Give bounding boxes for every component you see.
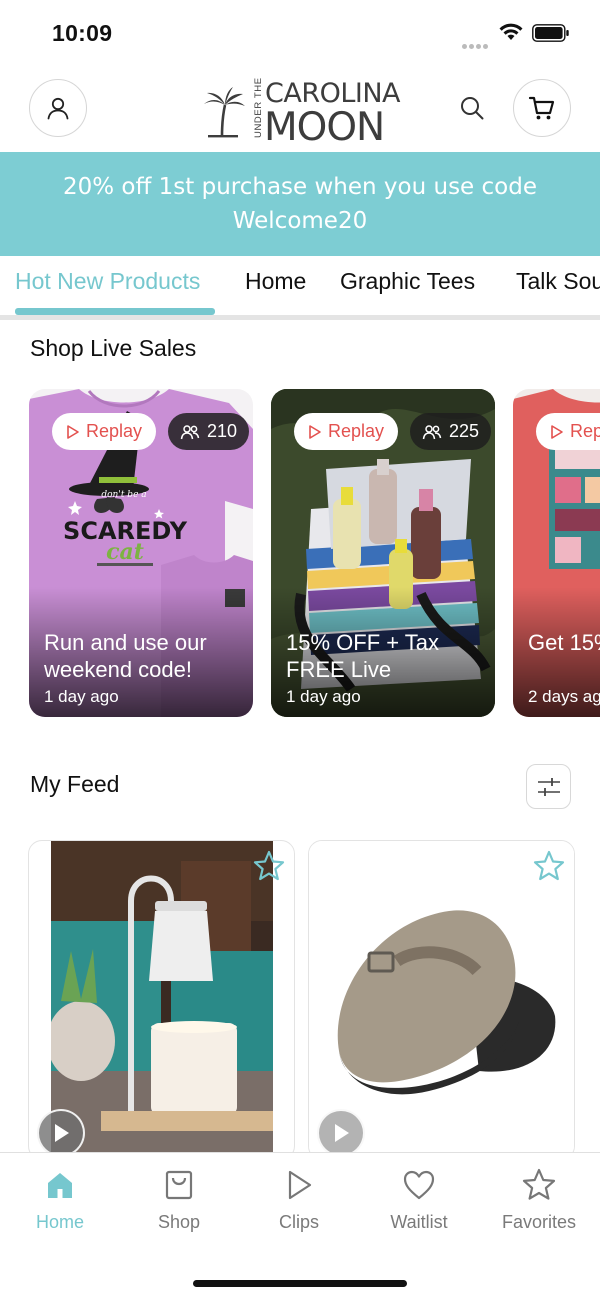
star-icon bbox=[522, 1168, 556, 1200]
promo-banner[interactable]: 20% off 1st purchase when you use code W… bbox=[0, 152, 600, 256]
feed-title: My Feed bbox=[30, 771, 120, 797]
live-sale-card[interactable]: Rep Get 15% Back N 2 days ag bbox=[513, 389, 600, 717]
play-video-button[interactable] bbox=[37, 1109, 85, 1157]
live-sale-time: 2 days ag bbox=[528, 687, 600, 706]
replay-badge[interactable]: Replay bbox=[294, 413, 399, 450]
tab-talk-sou[interactable]: Talk Sou bbox=[516, 268, 600, 295]
status-bar: 10:09 bbox=[0, 0, 600, 66]
active-tab-indicator bbox=[15, 308, 215, 315]
nav-home[interactable]: Home bbox=[5, 1167, 115, 1233]
live-sales-title: Shop Live Sales bbox=[30, 335, 197, 361]
feed-product-card[interactable] bbox=[308, 840, 575, 1160]
shopping-bag-icon bbox=[165, 1170, 193, 1200]
account-button[interactable] bbox=[29, 79, 87, 137]
product-image bbox=[51, 841, 273, 1159]
cart-icon bbox=[528, 96, 555, 120]
viewer-count-badge: 225 bbox=[410, 413, 492, 450]
svg-text:MOON: MOON bbox=[264, 105, 384, 146]
category-tabs: Hot New Products Home Graphic Tees Talk … bbox=[0, 256, 600, 320]
status-time: 10:09 bbox=[52, 20, 113, 46]
search-button[interactable] bbox=[455, 91, 489, 125]
play-outline-icon bbox=[551, 424, 563, 439]
live-sale-title: Get 15% Back N bbox=[528, 630, 600, 655]
bottom-navigation: Home Shop Clips Waitlist Favorites bbox=[0, 1152, 600, 1299]
brand-logo[interactable]: UNDER THE CAROLINA MOON bbox=[198, 72, 403, 150]
viewer-count-badge: 210 bbox=[168, 413, 250, 450]
play-icon bbox=[335, 1124, 349, 1142]
live-sale-title: Run and use our weekend code! bbox=[44, 630, 207, 682]
cart-button[interactable] bbox=[513, 79, 571, 137]
tab-home[interactable]: Home bbox=[245, 268, 306, 295]
signal-dots-icon bbox=[462, 36, 492, 49]
promo-code: Welcome20 bbox=[232, 208, 368, 234]
live-sales-carousel[interactable]: don't be a SCAREDY cat Replay 210 Run an… bbox=[0, 389, 600, 719]
tab-hot-new-products[interactable]: Hot New Products bbox=[15, 268, 200, 295]
svg-text:cat: cat bbox=[106, 539, 144, 565]
nav-clips[interactable]: Clips bbox=[244, 1167, 354, 1233]
filter-button[interactable] bbox=[526, 764, 571, 809]
heart-icon bbox=[403, 1170, 435, 1200]
nav-favorites[interactable]: Favorites bbox=[484, 1167, 594, 1233]
viewers-icon bbox=[422, 424, 442, 439]
nav-shop[interactable]: Shop bbox=[124, 1167, 234, 1233]
home-icon bbox=[48, 1173, 72, 1198]
sliders-icon bbox=[537, 777, 560, 796]
tab-graphic-tees[interactable]: Graphic Tees bbox=[340, 268, 475, 295]
play-outline-icon bbox=[67, 424, 79, 439]
nav-waitlist[interactable]: Waitlist bbox=[364, 1167, 474, 1233]
live-sale-time: 1 day ago bbox=[286, 687, 361, 706]
wifi-icon bbox=[499, 23, 523, 40]
feed-product-card[interactable] bbox=[28, 840, 295, 1160]
play-icon bbox=[288, 1170, 312, 1200]
favorite-star-icon[interactable] bbox=[252, 849, 286, 883]
app-header: UNDER THE CAROLINA MOON bbox=[0, 66, 600, 152]
svg-text:UNDER THE: UNDER THE bbox=[253, 77, 264, 138]
live-sale-card[interactable]: don't be a SCAREDY cat Replay 210 Run an… bbox=[29, 389, 253, 717]
play-video-button[interactable] bbox=[317, 1109, 365, 1157]
svg-text:don't be a: don't be a bbox=[101, 490, 146, 500]
play-outline-icon bbox=[309, 424, 321, 439]
battery-icon bbox=[532, 24, 569, 42]
search-icon bbox=[461, 97, 484, 120]
promo-text-line1: 20% off 1st purchase when you use code bbox=[63, 174, 537, 200]
viewers-icon bbox=[180, 424, 200, 439]
replay-badge[interactable]: Replay bbox=[52, 413, 157, 450]
live-sale-time: 1 day ago bbox=[44, 687, 119, 706]
favorite-star-icon[interactable] bbox=[532, 849, 566, 883]
play-icon bbox=[55, 1124, 69, 1142]
live-sale-card[interactable]: Replay 225 15% OFF + Tax FREE Live 1 day… bbox=[271, 389, 495, 717]
user-icon bbox=[47, 97, 69, 120]
live-sale-title: 15% OFF + Tax FREE Live bbox=[286, 630, 440, 682]
replay-badge[interactable]: Rep bbox=[536, 413, 600, 450]
home-indicator bbox=[193, 1280, 407, 1287]
